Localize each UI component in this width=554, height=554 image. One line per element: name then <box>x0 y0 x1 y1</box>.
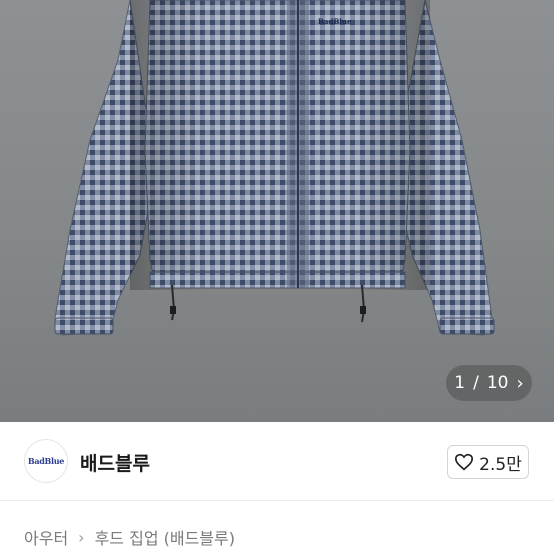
jacket-photo: BadBlue <box>54 0 495 336</box>
store-name[interactable]: 배드블루 <box>80 449 150 476</box>
breadcrumb-separator: › <box>78 527 85 547</box>
product-image-carousel[interactable]: BadBlue 1 / 10 › <box>0 0 554 422</box>
like-count: 2.5만 <box>479 454 522 475</box>
store-info: BadBlue 배드블루 2.5만 <box>0 422 554 500</box>
image-counter[interactable]: 1 / 10 › <box>446 365 532 401</box>
current-index: 1 <box>454 373 466 393</box>
divider <box>0 500 554 501</box>
store-logo-text: BadBlue <box>27 456 65 466</box>
total-count: 10 <box>486 373 509 393</box>
breadcrumb-category[interactable]: 아우터 <box>24 525 68 549</box>
like-button[interactable]: 2.5만 <box>447 445 529 479</box>
counter-separator: / <box>473 373 479 393</box>
brand-print: BadBlue <box>318 17 352 26</box>
heart-outline-icon <box>455 453 474 471</box>
chevron-right-icon[interactable]: › <box>517 373 524 394</box>
breadcrumb: 아우터 › 후드 집업 (배드블루) <box>24 525 235 549</box>
breadcrumb-title: 후드 집업 (배드블루) <box>94 529 235 548</box>
store-logo[interactable]: BadBlue <box>24 439 68 483</box>
